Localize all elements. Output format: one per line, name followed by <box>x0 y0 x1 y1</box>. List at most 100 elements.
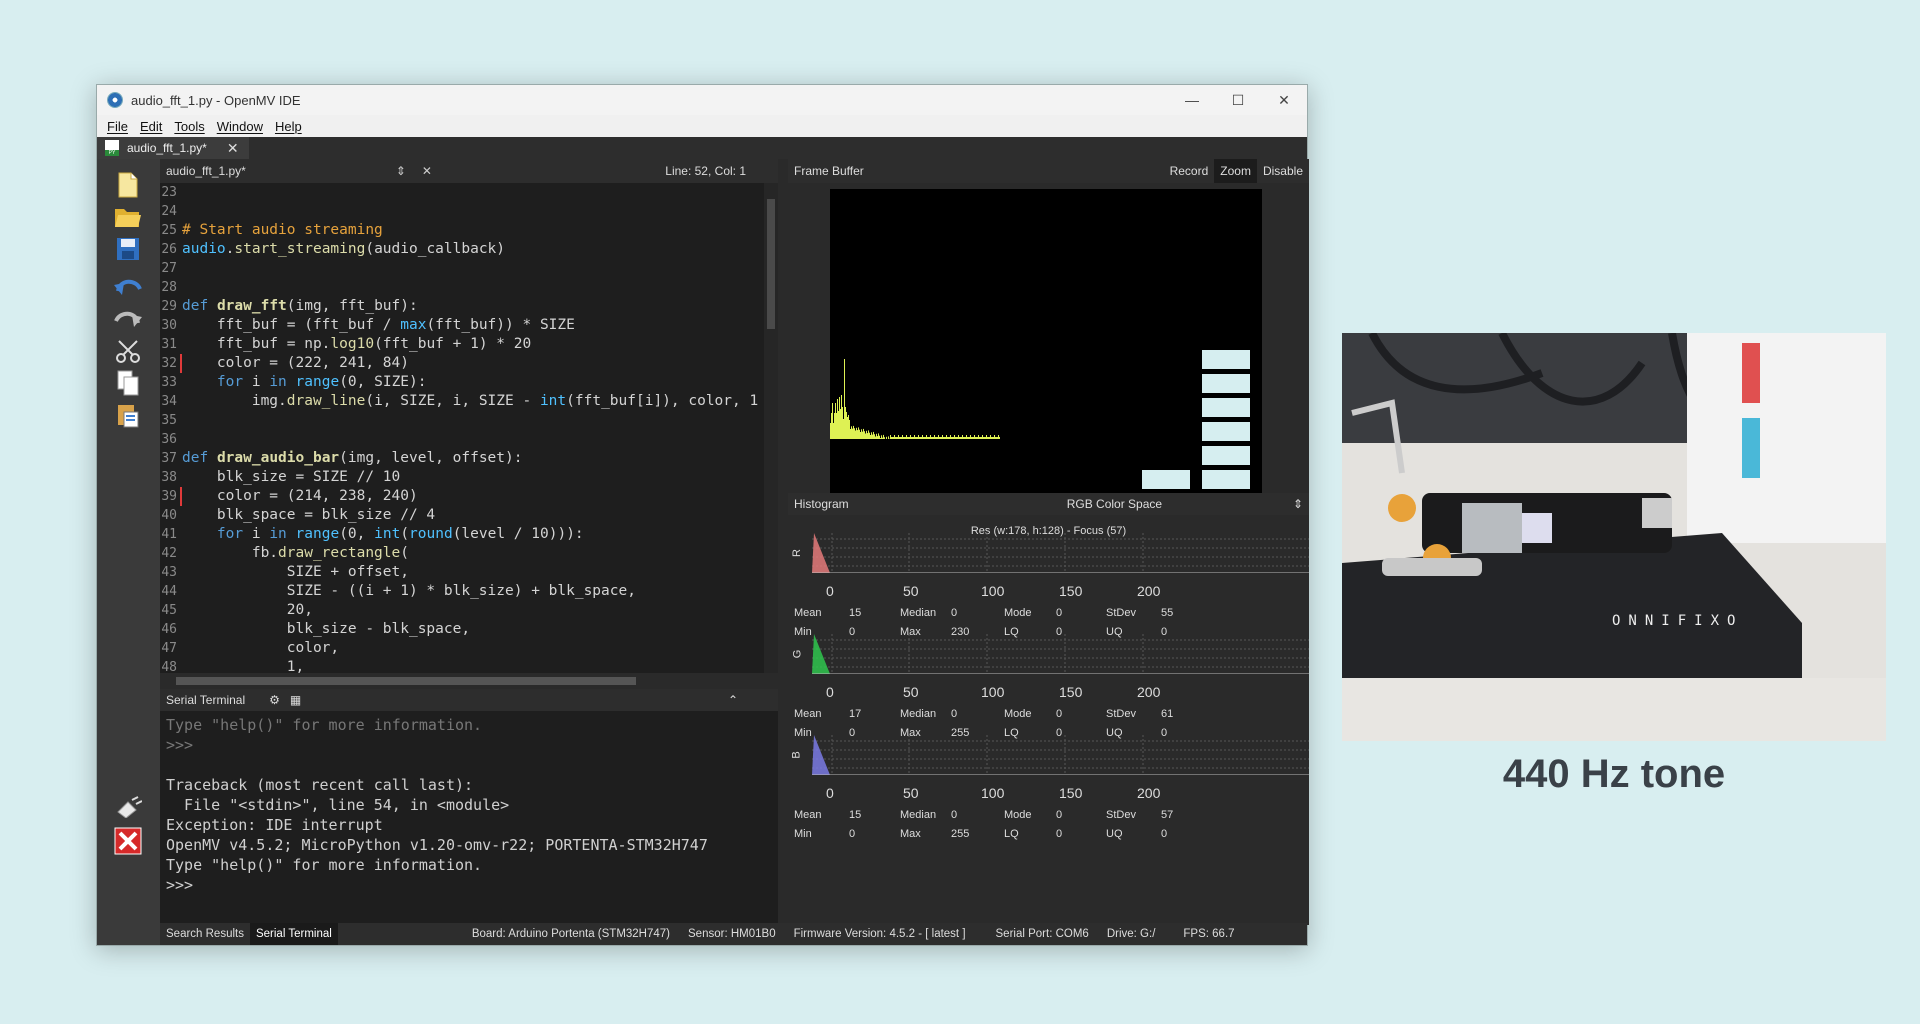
device-photo-illustration: ONNIFIXO <box>1342 333 1886 741</box>
code-line: 27 <box>160 259 778 278</box>
terminal-collapse-icon[interactable]: ⌃ <box>728 693 738 707</box>
fft-bar <box>975 437 976 439</box>
line-number: 33 <box>161 375 177 390</box>
file-tab[interactable]: audio_fft_1.py* ✕ <box>97 137 249 159</box>
board-brand-text: ONNIFIXO <box>1612 613 1743 629</box>
axis-tick: 200 <box>1137 785 1161 801</box>
line-number: 30 <box>161 318 177 333</box>
fft-bar <box>970 435 971 439</box>
fft-bar <box>917 437 918 439</box>
cut-icon[interactable] <box>111 335 145 367</box>
menu-file[interactable]: File <box>107 119 128 134</box>
undo-icon[interactable] <box>111 271 145 303</box>
fft-bar <box>934 435 935 439</box>
fft-bar <box>976 437 977 439</box>
editor-horizontal-scrollbar[interactable] <box>160 673 778 689</box>
terminal-settings-icon[interactable]: ⚙ <box>269 693 280 707</box>
close-editor-icon[interactable]: ✕ <box>422 164 432 178</box>
fft-bar <box>836 413 837 439</box>
minimize-button[interactable]: — <box>1169 85 1215 115</box>
new-file-icon[interactable] <box>111 169 145 201</box>
channel-axis: 0 50 100 150 200 <box>812 684 1309 700</box>
fft-bar <box>936 437 937 439</box>
stat-label: Mean <box>794 809 822 821</box>
fft-bar <box>960 437 961 439</box>
menu-edit[interactable]: Edit <box>140 119 162 134</box>
line-number: 40 <box>161 508 177 523</box>
code-line: 44 SIZE - ((i + 1) * blk_size) + blk_spa… <box>160 582 778 601</box>
fft-bar <box>863 428 864 439</box>
serial-terminal[interactable]: Type "help()" for more information. >>> Tr… <box>160 711 778 925</box>
close-tab-icon[interactable]: ✕ <box>227 140 239 157</box>
fft-bar <box>969 437 970 439</box>
zoom-button[interactable]: Zoom <box>1214 159 1257 183</box>
axis-tick: 100 <box>981 684 1005 700</box>
code-line: 36 <box>160 430 778 449</box>
fft-bar <box>867 433 868 439</box>
open-folder-icon[interactable] <box>111 201 145 233</box>
frame-buffer-header: Frame Buffer Record Zoom Disable <box>788 159 1309 183</box>
editor-vertical-scrollbar[interactable] <box>764 183 778 673</box>
fft-bar <box>846 412 847 439</box>
menu-help[interactable]: Help <box>275 119 302 134</box>
fft-bar <box>895 437 896 439</box>
line-number: 43 <box>161 565 177 580</box>
fft-bar <box>940 437 941 439</box>
color-space-arrows-icon[interactable]: ⇕ <box>1293 497 1303 511</box>
status-bar: Search Results Serial Terminal Board: Ar… <box>160 923 1307 945</box>
file-switch-arrows-icon[interactable]: ⇕ <box>396 164 406 178</box>
terminal-title: Serial Terminal <box>166 693 246 707</box>
line-number: 46 <box>161 622 177 637</box>
axis-tick: 50 <box>903 583 919 599</box>
audio-level-block <box>1202 374 1250 393</box>
firmware-info[interactable]: Firmware Version: 4.5.2 - [ latest ] <box>794 928 966 940</box>
line-number: 42 <box>161 546 177 561</box>
redo-icon[interactable] <box>111 303 145 335</box>
title-bar: audio_fft_1.py - OpenMV IDE — ☐ ✕ <box>97 85 1307 115</box>
editor-file-name[interactable]: audio_fft_1.py* <box>166 164 246 178</box>
fft-bar <box>856 427 857 439</box>
paste-icon[interactable] <box>111 399 145 431</box>
code-line: 31 fft_buf = np.log10(fft_buf + 1) * 20 <box>160 335 778 354</box>
menu-window[interactable]: Window <box>217 119 263 134</box>
fft-bar <box>871 432 872 439</box>
fft-bar <box>928 437 929 439</box>
stat-label: Median <box>900 809 937 821</box>
fft-bar <box>865 433 866 439</box>
save-icon[interactable] <box>111 233 145 265</box>
copy-icon[interactable] <box>111 367 145 399</box>
stat-label: StDev <box>1106 607 1136 619</box>
code-editor[interactable]: 23 24 25 # Start audio streaming 26 audio.sta… <box>160 183 778 673</box>
color-space-select[interactable]: RGB Color Space <box>1067 497 1162 511</box>
line-number: 41 <box>161 527 177 542</box>
channel-plot <box>812 735 1309 775</box>
axis-tick: 200 <box>1137 684 1161 700</box>
serial-terminal-tab[interactable]: Serial Terminal <box>249 923 338 945</box>
connect-plug-icon[interactable] <box>111 791 145 823</box>
histogram-channel: B 0 50 100 150 200 Mean 15 Median 0 Mode 0 StDev 57 Mi… <box>788 735 1309 859</box>
fft-bar <box>844 359 845 439</box>
fft-bar <box>839 397 840 439</box>
frame-buffer-canvas <box>830 189 1262 493</box>
stop-icon[interactable] <box>111 825 145 857</box>
record-button[interactable]: Record <box>1164 159 1215 183</box>
code-line: 38 blk_size = SIZE // 10 <box>160 468 778 487</box>
search-results-tab[interactable]: Search Results <box>160 923 250 945</box>
fft-bar <box>922 435 923 439</box>
disable-button[interactable]: Disable <box>1257 159 1309 183</box>
code-text: def draw_fft(img, fft_buf): <box>182 298 418 314</box>
maximize-button[interactable]: ☐ <box>1215 85 1261 115</box>
code-line: 26 audio.start_streaming(audio_callback) <box>160 240 778 259</box>
code-line: 32 color = (222, 241, 84) <box>160 354 778 373</box>
menu-bar: File Edit Tools Window Help <box>97 115 1307 137</box>
fft-bar <box>987 437 988 439</box>
audio-level-block <box>1202 470 1250 489</box>
stat-value: 255 <box>951 828 970 840</box>
menu-tools[interactable]: Tools <box>174 119 204 134</box>
fft-bar <box>913 437 914 439</box>
stat-value: 0 <box>1056 809 1063 821</box>
channel-plot <box>812 634 1309 674</box>
close-window-button[interactable]: ✕ <box>1261 85 1307 115</box>
terminal-save-icon[interactable]: ▦ <box>290 693 301 707</box>
